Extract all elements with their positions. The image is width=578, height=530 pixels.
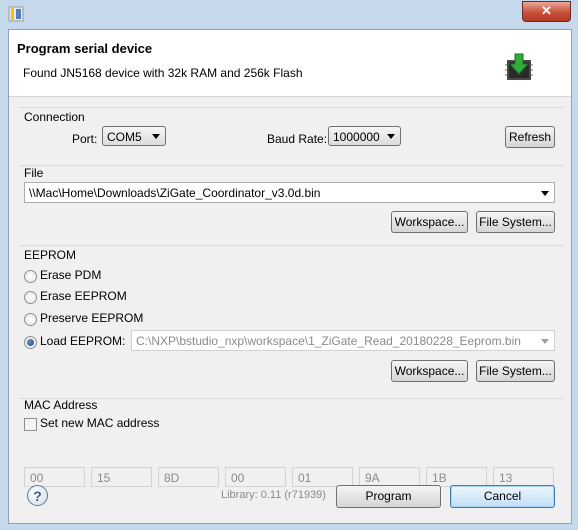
mac-byte-field[interactable]: 13 — [493, 467, 554, 487]
library-version: Library: 0.11 (r71939) — [221, 489, 326, 501]
dialog-body: Program serial device Found JN5168 devic… — [8, 29, 572, 524]
mac-address-group: MAC Address Set new MAC address — [19, 398, 564, 469]
connection-group: Connection Port: COM5 Baud Rate: 1000000… — [19, 107, 564, 158]
dialog-header: Program serial device Found JN5168 devic… — [9, 30, 571, 97]
close-button[interactable]: ✕ — [522, 1, 571, 22]
mac-byte-value: 9A — [365, 471, 380, 485]
connection-legend: Connection — [24, 110, 85, 124]
mac-byte-value: 00 — [231, 471, 245, 485]
chip-download-icon — [505, 53, 533, 80]
close-icon: ✕ — [541, 3, 552, 18]
mac-byte-value: 00 — [30, 471, 44, 485]
baud-rate-select[interactable]: 1000000 — [328, 126, 401, 146]
erase-pdm-radio[interactable] — [24, 270, 37, 283]
file-group: File \\Mac\Home\Downloads\ZiGate_Coordin… — [19, 165, 564, 236]
erase-pdm-label[interactable]: Erase PDM — [40, 268, 101, 282]
firmware-file-combo[interactable]: \\Mac\Home\Downloads\ZiGate_Coordinator_… — [24, 182, 555, 203]
file-workspace-button[interactable]: Workspace... — [391, 211, 468, 233]
mac-byte-value: 1B — [432, 471, 447, 485]
eeprom-file-path: C:\NXP\bstudio_nxp\workspace\1_ZiGate_Re… — [136, 334, 521, 348]
help-button[interactable]: ? — [27, 485, 48, 506]
port-label: Port: — [72, 132, 98, 146]
mac-byte-value: 8D — [164, 471, 180, 485]
mac-byte-field[interactable]: 01 — [292, 467, 353, 487]
baud-rate-value: 1000000 — [333, 130, 380, 144]
mac-byte-field[interactable]: 00 — [225, 467, 286, 487]
load-eeprom-radio[interactable] — [24, 336, 37, 349]
baud-rate-label: Baud Rate: — [267, 132, 328, 146]
port-select[interactable]: COM5 — [102, 126, 166, 146]
mac-byte-field[interactable]: 00 — [24, 467, 85, 487]
chevron-down-icon — [541, 191, 549, 196]
eeprom-file-combo[interactable]: C:\NXP\bstudio_nxp\workspace\1_ZiGate_Re… — [131, 330, 555, 351]
mac-byte-field[interactable]: 9A — [359, 467, 420, 487]
mac-byte-field[interactable]: 8D — [158, 467, 219, 487]
eeprom-legend: EEPROM — [24, 248, 77, 262]
load-eeprom-label[interactable]: Load EEPROM: — [40, 334, 125, 348]
dialog-message: Found JN5168 device with 32k RAM and 256… — [23, 66, 303, 80]
help-icon: ? — [33, 488, 42, 504]
chevron-down-icon — [387, 134, 395, 139]
eeprom-filesystem-button[interactable]: File System... — [476, 360, 555, 382]
mac-byte-value: 15 — [97, 471, 111, 485]
erase-eeprom-radio[interactable] — [24, 291, 37, 304]
title-bar[interactable]: ✕ — [0, 0, 578, 28]
program-button[interactable]: Program — [336, 485, 441, 508]
port-value: COM5 — [107, 130, 142, 144]
eeprom-workspace-button[interactable]: Workspace... — [391, 360, 468, 382]
app-icon — [8, 6, 24, 22]
set-mac-checkbox[interactable] — [24, 418, 37, 431]
preserve-eeprom-label[interactable]: Preserve EEPROM — [40, 311, 143, 325]
mac-byte-field[interactable]: 1B — [426, 467, 487, 487]
file-filesystem-button[interactable]: File System... — [476, 211, 555, 233]
set-mac-label[interactable]: Set new MAC address — [40, 416, 159, 430]
chevron-down-icon — [541, 339, 549, 344]
program-serial-dialog: ✕ Program serial device Found JN5168 dev… — [0, 0, 578, 530]
dialog-title: Program serial device — [17, 41, 153, 56]
chevron-down-icon — [152, 134, 160, 139]
mac-byte-value: 13 — [499, 471, 513, 485]
mac-byte-value: 01 — [298, 471, 312, 485]
preserve-eeprom-radio[interactable] — [24, 313, 37, 326]
file-legend: File — [24, 166, 44, 180]
mac-address-legend: MAC Address — [24, 398, 98, 412]
erase-eeprom-label[interactable]: Erase EEPROM — [40, 289, 127, 303]
eeprom-group: EEPROM Erase PDM Erase EEPROM Preserve E… — [19, 245, 564, 386]
firmware-file-path: \\Mac\Home\Downloads\ZiGate_Coordinator_… — [29, 186, 321, 200]
cancel-button[interactable]: Cancel — [450, 485, 555, 508]
mac-byte-field[interactable]: 15 — [91, 467, 152, 487]
refresh-button[interactable]: Refresh — [505, 126, 555, 148]
